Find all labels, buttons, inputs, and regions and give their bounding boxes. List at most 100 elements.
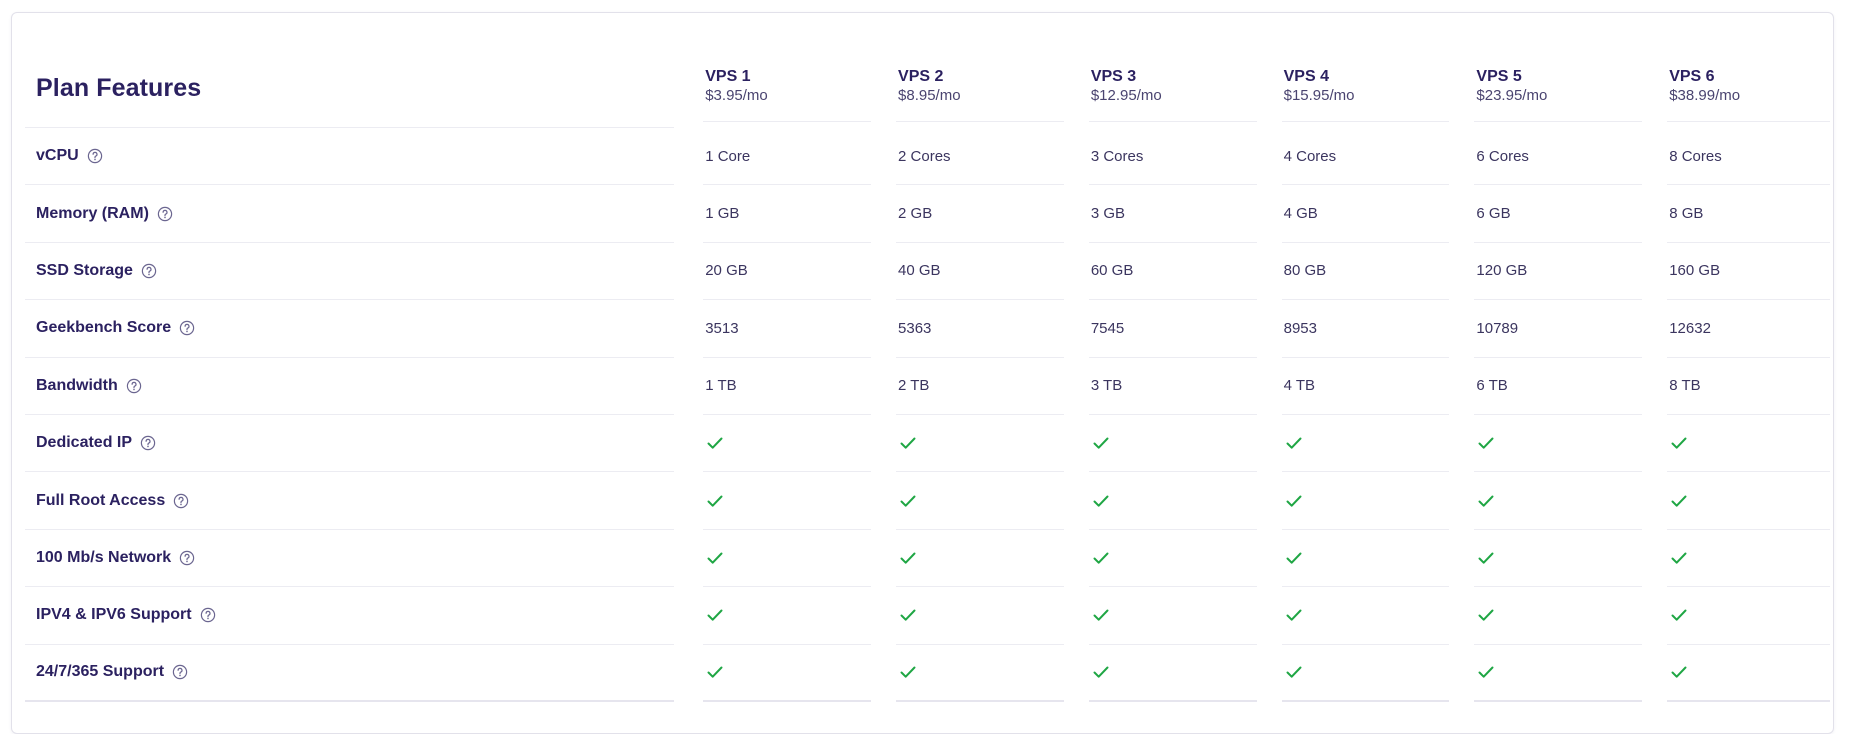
plan-header-5: VPS 5 $23.95/mo [1474,50,1643,122]
feature-cell: Full Root Access [25,472,675,530]
help-icon[interactable] [179,550,195,566]
value-cell [1474,645,1643,702]
check-icon [1091,605,1111,625]
feature-value: 60 GB [1090,262,1134,280]
check-icon [1669,548,1689,568]
check-icon [1091,662,1111,682]
help-icon[interactable] [87,148,103,164]
feature-value: 6 GB [1476,205,1511,223]
check-icon [1476,662,1496,682]
value-cell: 4 GB [1281,185,1450,243]
table-row: 24/7/365 Support [25,645,1830,702]
value-cell: 6 Cores [1474,128,1643,186]
feature-value: 3513 [705,319,739,337]
table-row: Memory (RAM) 1 GB 2 GB 3 GB 4 GB 6 GB 8 GB [25,185,1830,243]
value-cell: 3 TB [1088,358,1257,415]
help-icon[interactable] [179,320,195,336]
feature-cell: 100 Mb/s Network [25,530,675,588]
value-cell [1667,472,1830,530]
plan-name: VPS 6 [1669,67,1715,85]
feature-value: 5363 [898,319,932,337]
plan-header-3: VPS 3 $12.95/mo [1088,50,1257,122]
value-cell: 8 GB [1667,185,1830,243]
value-cell: 2 TB [896,358,1064,415]
feature-cell: vCPU [25,128,675,186]
plan-price: $23.95/mo [1476,86,1548,104]
check-icon [1476,605,1496,625]
plan-price: $15.95/mo [1283,86,1355,104]
check-icon [1091,433,1111,453]
help-icon[interactable] [126,378,142,394]
value-cell [896,645,1064,702]
plan-header-4: VPS 4 $15.95/mo [1281,50,1450,122]
table-row: Geekbench Score 3513 5363 7545 8953 10789 1263… [25,300,1830,358]
feature-cell: Geekbench Score [25,300,675,358]
check-icon [1284,433,1304,453]
value-cell: 5363 [896,300,1064,358]
check-icon [1284,662,1304,682]
check-icon [705,662,725,682]
help-icon[interactable] [140,435,156,451]
check-icon [1284,605,1304,625]
feature-value: 8953 [1283,319,1317,337]
value-cell: 3 Cores [1088,128,1257,186]
value-cell: 4 Cores [1281,128,1450,186]
feature-value: 3 Cores [1090,147,1144,165]
feature-label: Memory (RAM) [36,204,149,222]
value-cell [896,472,1064,530]
feature-cell: Memory (RAM) [25,185,675,243]
check-icon [1476,491,1496,511]
help-icon[interactable] [141,263,157,279]
value-cell [1667,415,1830,473]
feature-value: 3 GB [1090,205,1125,223]
value-cell [1474,587,1643,645]
feature-value: 8 TB [1669,377,1701,395]
table-title-cell: Plan Features [25,56,675,128]
feature-label: Bandwidth [36,376,118,394]
value-cell [1088,415,1257,473]
value-cell: 2 GB [896,185,1064,243]
value-cell [896,587,1064,645]
feature-label: 24/7/365 Support [36,663,165,681]
plan-header-2: VPS 2 $8.95/mo [896,50,1064,122]
value-cell: 60 GB [1088,243,1257,301]
check-icon [1669,662,1689,682]
plan-name: VPS 4 [1283,67,1329,85]
feature-value: 120 GB [1476,262,1528,280]
plan-name: VPS 5 [1476,67,1522,85]
value-cell: 8 Cores [1667,128,1830,186]
value-cell: 4 TB [1281,358,1450,415]
value-cell: 40 GB [896,243,1064,301]
help-icon[interactable] [200,607,216,623]
feature-label: Dedicated IP [36,434,133,452]
value-cell: 7545 [1088,300,1257,358]
value-cell: 3513 [703,300,872,358]
table-row: SSD Storage 20 GB 40 GB 60 GB 80 GB 120 GB 160… [25,243,1830,301]
value-cell [1281,645,1450,702]
value-cell: 20 GB [703,243,872,301]
value-cell [1281,587,1450,645]
feature-value: 80 GB [1283,262,1327,280]
value-cell: 8 TB [1667,358,1830,415]
value-cell: 1 GB [703,185,872,243]
check-icon [705,548,725,568]
table-row: Dedicated IP [25,415,1830,473]
value-cell [896,530,1064,588]
feature-value: 2 TB [898,377,930,395]
feature-value: 12632 [1669,319,1711,337]
plan-price: $3.95/mo [705,86,768,104]
value-cell: 1 TB [703,358,872,415]
feature-label: IPV4 & IPV6 Support [36,606,192,624]
feature-label: Full Root Access [36,491,166,509]
help-icon[interactable] [173,493,189,509]
feature-value: 40 GB [898,262,941,280]
help-icon[interactable] [157,206,173,222]
value-cell: 10789 [1474,300,1643,358]
help-icon[interactable] [172,664,188,680]
value-cell [1474,472,1643,530]
feature-value: 7545 [1090,319,1125,337]
value-cell [1088,645,1257,702]
check-icon [1284,548,1304,568]
feature-cell: Dedicated IP [25,415,675,473]
feature-value: 4 GB [1283,205,1318,223]
